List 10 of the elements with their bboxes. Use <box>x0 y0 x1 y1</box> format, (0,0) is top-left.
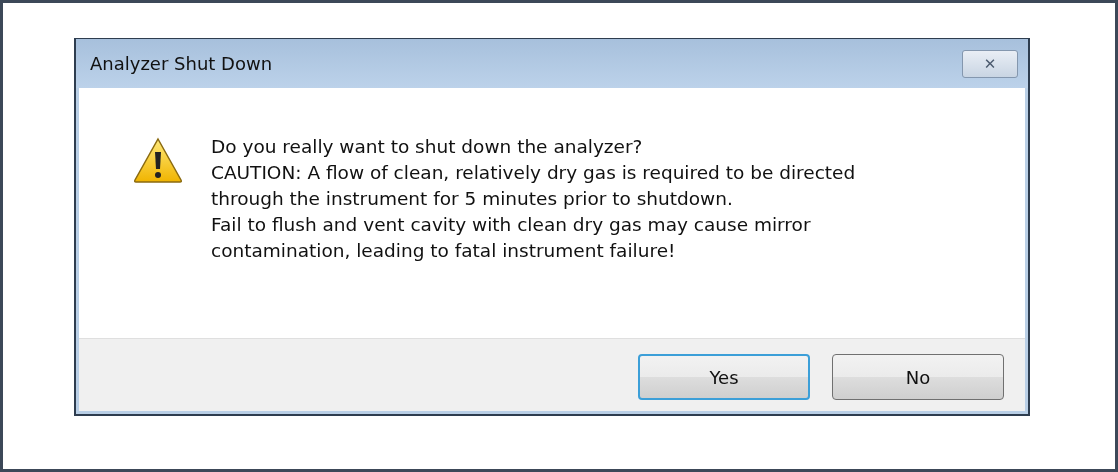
message-text: Fail to flush and vent cavity with clean dry gas may cause mirror <box>211 213 812 237</box>
message-text: contamination, leading to fatal instrument failure! <box>211 239 677 263</box>
message-text: Do you really want to shut down the analyzer? <box>211 135 644 159</box>
dialog-button[interactable]: Yes <box>638 354 810 400</box>
close-button[interactable]: ✕ <box>962 49 1018 78</box>
message-text: through the instrument for 5 minutes prior to shutdown. <box>211 187 734 211</box>
dialog-button[interactable]: No <box>832 354 1004 400</box>
warning-icon <box>133 137 183 183</box>
window-title: Analyzer Shut Down <box>90 53 273 74</box>
message-text: CAUTION: A flow of clean, relatively dry gas is required to be directed <box>211 161 856 185</box>
